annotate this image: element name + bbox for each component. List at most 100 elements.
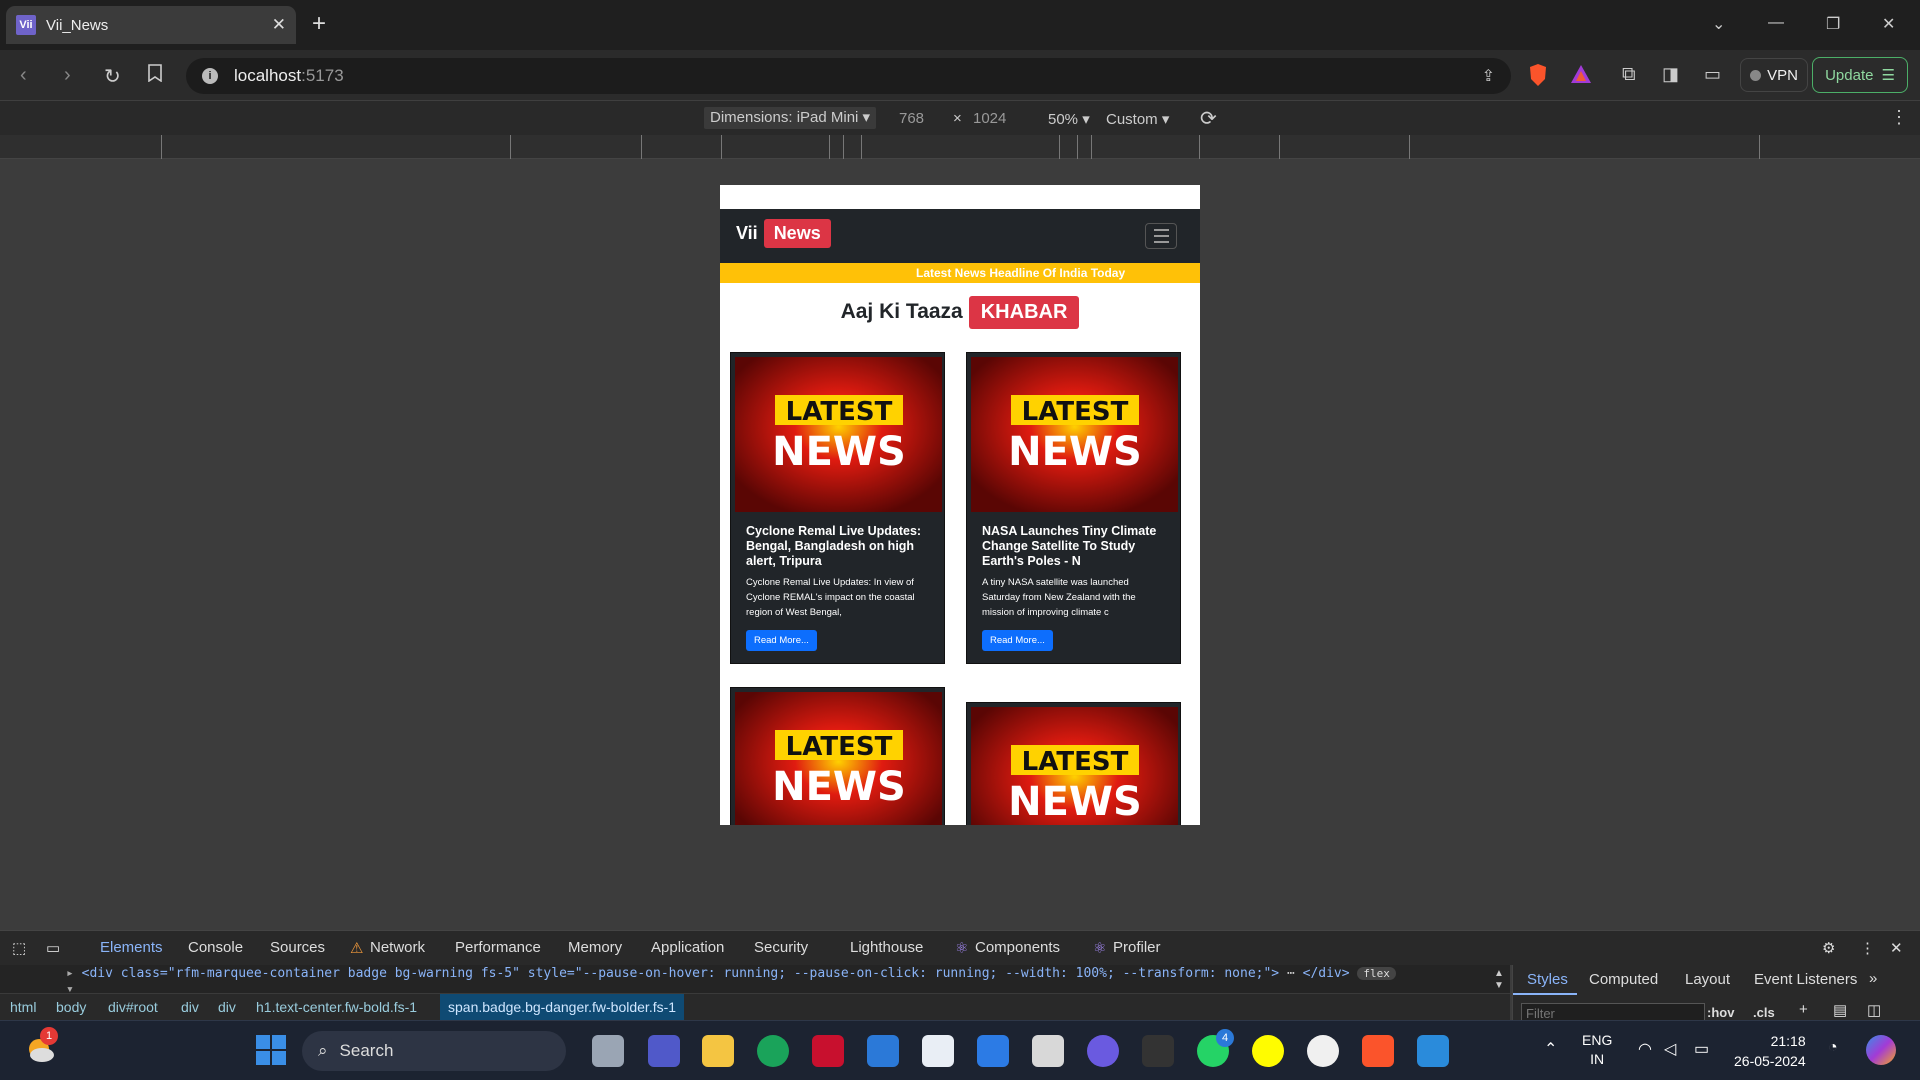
app-icon[interactable] <box>867 1035 899 1067</box>
sidebar-toggle-icon[interactable]: ◫ <box>1867 1001 1881 1019</box>
tab-styles[interactable]: Styles <box>1527 971 1568 988</box>
vpn-button[interactable]: VPN <box>1740 58 1808 92</box>
tab-elements[interactable]: Elements <box>100 939 163 956</box>
microsoft-store-icon[interactable] <box>922 1035 954 1067</box>
copilot-icon[interactable] <box>1866 1035 1896 1065</box>
language-indicator[interactable]: ENG IN <box>1582 1031 1612 1069</box>
teams-icon[interactable] <box>648 1035 680 1067</box>
battery-icon[interactable]: ▭ <box>1694 1039 1709 1059</box>
width-input[interactable]: 768 <box>899 110 924 127</box>
more-tabs-icon[interactable]: » <box>1869 970 1877 987</box>
bookmark-icon[interactable] <box>148 64 162 82</box>
scroll-arrows-icon[interactable]: ▲ ▼ <box>1494 968 1504 992</box>
mcafee-icon[interactable] <box>812 1035 844 1067</box>
tab-security[interactable]: Security <box>754 939 808 956</box>
weather-badge: 1 <box>40 1027 58 1045</box>
tab-performance[interactable]: Performance <box>455 939 541 956</box>
minimize-icon[interactable]: — <box>1768 14 1784 32</box>
forward-icon[interactable]: › <box>64 64 71 87</box>
cls-toggle[interactable]: .cls <box>1753 1005 1775 1020</box>
lang-line1: ENG <box>1582 1032 1613 1048</box>
browser-tab[interactable]: Vii Vii_News ✕ <box>6 6 296 44</box>
tab-sources[interactable]: Sources <box>270 939 325 956</box>
app-icon[interactable] <box>1032 1035 1064 1067</box>
tab-console[interactable]: Console <box>188 939 243 956</box>
tab-components[interactable]: Components <box>975 939 1060 956</box>
devtools-close-icon[interactable]: ✕ <box>1890 939 1903 957</box>
tab-layout[interactable]: Layout <box>1685 971 1730 988</box>
app-icon[interactable] <box>1142 1035 1174 1067</box>
inspect-element-icon[interactable]: ⬚ <box>12 939 26 957</box>
wifi-icon[interactable]: ◠ <box>1638 1039 1652 1059</box>
brave-icon[interactable] <box>1362 1035 1394 1067</box>
github-icon[interactable] <box>1307 1035 1339 1067</box>
clock[interactable]: 21:18 26-05-2024 <box>1734 1031 1806 1071</box>
lang-line2: IN <box>1590 1051 1605 1067</box>
collapse-arrow-icon[interactable]: ▾ <box>66 982 74 993</box>
tab-event-listeners[interactable]: Event Listeners <box>1754 971 1857 988</box>
canva-icon[interactable] <box>1087 1035 1119 1067</box>
hov-toggle[interactable]: :hov <box>1707 1005 1734 1020</box>
update-button[interactable]: Update ☰ <box>1812 57 1908 93</box>
share-icon[interactable]: ⇪ <box>1482 66 1495 86</box>
expand-arrow-icon[interactable]: ▸ <box>66 966 74 981</box>
rotate-icon[interactable]: ⟳ <box>1200 106 1217 131</box>
add-rule-icon[interactable]: + <box>1799 1001 1808 1018</box>
site-brand[interactable]: Vii News <box>736 219 831 248</box>
navbar-toggler-icon[interactable] <box>1145 223 1177 249</box>
tab-network[interactable]: Network <box>370 939 425 956</box>
restore-icon[interactable]: ❐ <box>1826 14 1840 34</box>
latest-news-image: LATEST NEWS <box>735 357 942 512</box>
breadcrumb-item[interactable]: h1.text-center.fw-bold.fs-1 <box>256 999 417 1015</box>
reload-icon[interactable]: ↻ <box>104 64 121 89</box>
tray-chevron-icon[interactable]: ⌃ <box>1544 1039 1557 1059</box>
breadcrumb-item-active[interactable]: span.badge.bg-danger.fw-bolder.fs-1 <box>440 994 685 1020</box>
zoom-select[interactable]: 50% ▾ <box>1048 110 1090 128</box>
back-icon[interactable]: ‹ <box>20 64 27 87</box>
tab-computed[interactable]: Computed <box>1589 971 1658 988</box>
start-windows-icon[interactable] <box>256 1035 286 1065</box>
task-view-icon[interactable] <box>592 1035 624 1067</box>
wallet-icon[interactable]: ▭ <box>1704 64 1721 85</box>
volume-icon[interactable]: ◁ <box>1664 1039 1676 1059</box>
address-bar[interactable]: i localhost:5173 ⇪ <box>186 58 1511 94</box>
breadcrumb-item[interactable]: div <box>218 999 236 1015</box>
taskbar-search[interactable]: ⌕ Search <box>302 1031 566 1071</box>
notes-icon[interactable] <box>977 1035 1009 1067</box>
breadcrumb-item[interactable]: div#root <box>108 999 158 1015</box>
search-icon: ⌕ <box>318 1041 328 1060</box>
file-explorer-icon[interactable] <box>702 1035 734 1067</box>
tab-application[interactable]: Application <box>651 939 724 956</box>
height-input[interactable]: 1024 <box>973 110 1006 127</box>
computed-toggle-icon[interactable]: ▤ <box>1833 1001 1847 1019</box>
tab-lighthouse[interactable]: Lighthouse <box>850 939 923 956</box>
breadcrumb-item[interactable]: body <box>56 999 86 1015</box>
brave-rewards-icon[interactable] <box>1570 64 1592 84</box>
dimensions-select[interactable]: Dimensions: iPad Mini ▾ <box>704 107 877 129</box>
new-tab-icon[interactable]: + <box>312 12 326 36</box>
tab-profiler[interactable]: Profiler <box>1113 939 1161 956</box>
more-options-icon[interactable]: ⋮ <box>1890 107 1908 128</box>
site-info-icon[interactable]: i <box>202 68 218 84</box>
flex-badge[interactable]: flex <box>1357 967 1396 980</box>
vscode-icon[interactable] <box>1417 1035 1449 1067</box>
tab-search-chevron-icon[interactable]: ⌄ <box>1712 14 1725 34</box>
window-close-icon[interactable]: ✕ <box>1882 14 1895 34</box>
breadcrumb-item[interactable]: html <box>10 999 36 1015</box>
extensions-icon[interactable]: ⧉ <box>1622 64 1636 86</box>
dom-node-line[interactable]: ▸ <div class="rfm-marquee-container badg… <box>66 966 1396 981</box>
settings-gear-icon[interactable]: ⚙ <box>1822 939 1835 957</box>
read-more-button[interactable]: Read More... <box>746 630 817 651</box>
edge-icon[interactable] <box>757 1035 789 1067</box>
sidebar-icon[interactable]: ◨ <box>1662 64 1679 85</box>
notifications-bell-icon[interactable]: ◔ <box>1828 1039 1838 1057</box>
device-toggle-icon[interactable]: ▭ <box>46 939 60 957</box>
snapchat-icon[interactable] <box>1252 1035 1284 1067</box>
breadcrumb-item[interactable]: div <box>181 999 199 1015</box>
throttle-select[interactable]: Custom ▾ <box>1106 110 1169 128</box>
close-tab-icon[interactable]: ✕ <box>272 15 286 35</box>
read-more-button[interactable]: Read More... <box>982 630 1053 651</box>
devtools-more-icon[interactable]: ⋮ <box>1860 939 1875 957</box>
tab-memory[interactable]: Memory <box>568 939 622 956</box>
brave-shields-icon[interactable] <box>1528 63 1548 87</box>
